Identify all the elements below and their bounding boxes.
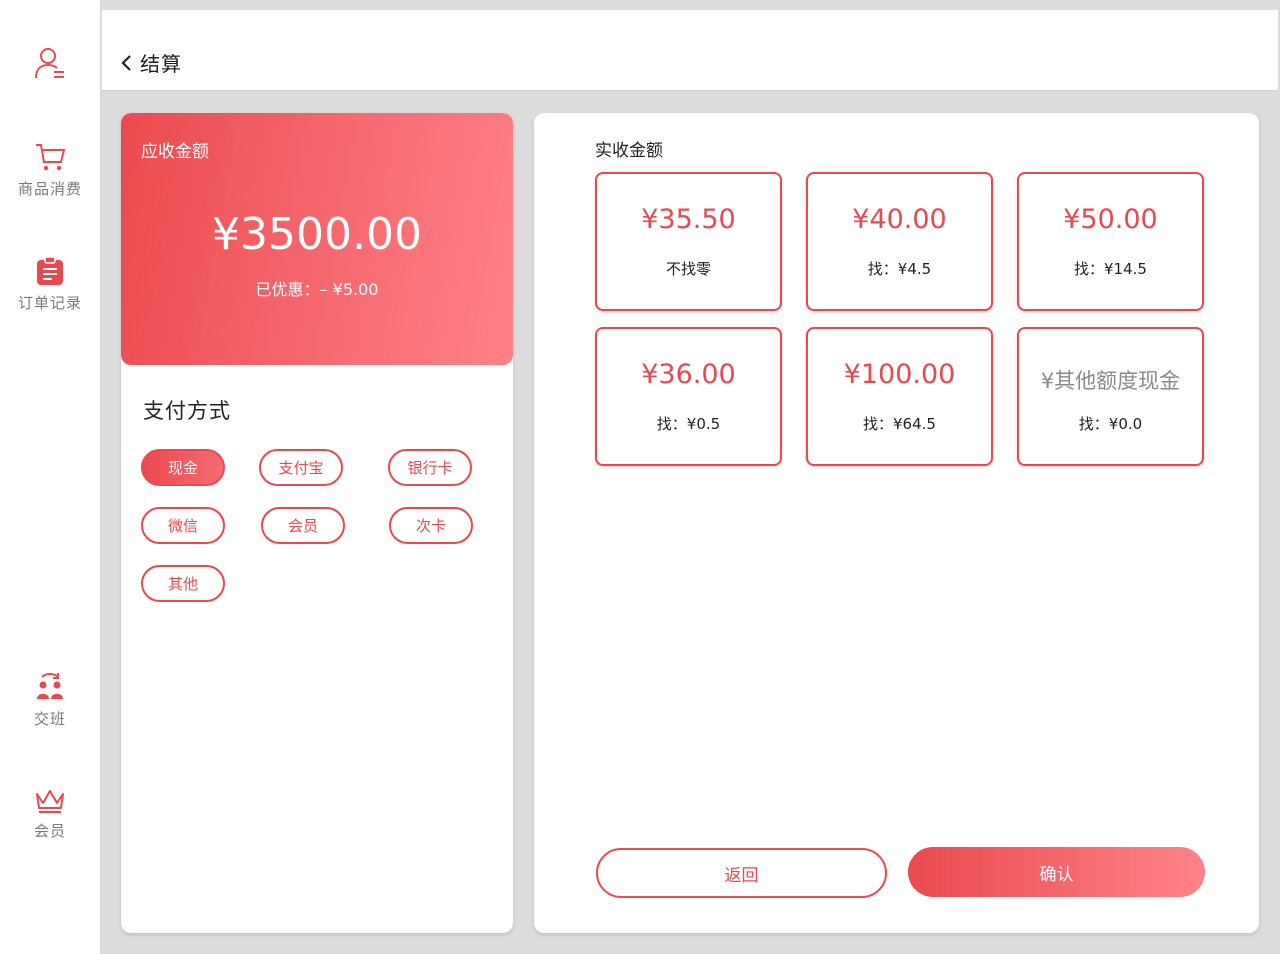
amount-option-value: ¥36.00 bbox=[641, 359, 736, 390]
pay-method-member[interactable]: 会员 bbox=[261, 507, 345, 544]
sidebar: 商品消费 订单记录 交班 会员 bbox=[0, 0, 101, 954]
chevron-left-icon bbox=[121, 54, 131, 71]
amount-option-change: 找：¥64.5 bbox=[863, 415, 936, 433]
user-icon bbox=[35, 48, 64, 79]
pay-method-other[interactable]: 其他 bbox=[141, 565, 225, 602]
back-button[interactable]: 结算 bbox=[120, 48, 182, 77]
confirm-button[interactable]: 确认 bbox=[908, 847, 1205, 897]
sidebar-item-goods[interactable]: 商品消费 bbox=[0, 142, 100, 199]
received-amount-title: 实收金额 bbox=[595, 141, 663, 161]
return-button[interactable]: 返回 bbox=[596, 848, 887, 898]
sidebar-item-user[interactable] bbox=[0, 46, 100, 80]
page-title: 结算 bbox=[140, 52, 182, 76]
amount-option-change: 找：¥14.5 bbox=[1074, 260, 1147, 278]
shift-handover-icon bbox=[37, 673, 63, 699]
amount-option-value: ¥100.00 bbox=[843, 359, 956, 390]
amount-due-card: 应收金额 ¥3500.00 已优惠：– ¥5.00 bbox=[121, 113, 513, 365]
sidebar-item-label: 商品消费 bbox=[17, 180, 82, 198]
discount-text: 已优惠：– ¥5.00 bbox=[255, 280, 379, 299]
amount-option-change: 找：¥4.5 bbox=[867, 260, 932, 278]
pay-method-bankcard[interactable]: 银行卡 bbox=[388, 449, 472, 486]
amount-option-other[interactable]: ¥其他额度现金 找：¥0.0 bbox=[1017, 327, 1204, 466]
crown-icon bbox=[36, 790, 64, 813]
amount-due-value: ¥3500.00 bbox=[212, 209, 422, 260]
amount-option-value: ¥50.00 bbox=[1063, 204, 1158, 235]
amount-option[interactable]: ¥36.00 找：¥0.5 bbox=[595, 327, 782, 466]
header: 结算 bbox=[102, 10, 1278, 91]
amount-option-value: ¥40.00 bbox=[852, 204, 947, 235]
received-amount-panel: 实收金额 ¥35.50 不找零 ¥40.00 找：¥4.5 ¥50.00 找：¥… bbox=[534, 113, 1259, 933]
clipboard-icon bbox=[37, 256, 63, 285]
pay-method-wechat[interactable]: 微信 bbox=[141, 507, 225, 544]
payment-method-title: 支付方式 bbox=[143, 399, 231, 423]
sidebar-item-label: 会员 bbox=[33, 822, 66, 840]
sidebar-item-label: 订单记录 bbox=[17, 294, 82, 312]
amount-option-change: 找：¥0.0 bbox=[1078, 415, 1143, 433]
cart-icon bbox=[36, 144, 66, 171]
pay-method-cash[interactable]: 现金 bbox=[141, 449, 225, 486]
sidebar-item-handover[interactable]: 交班 bbox=[0, 672, 100, 729]
amount-due-label: 应收金额 bbox=[141, 142, 209, 162]
amount-option-value: ¥35.50 bbox=[641, 204, 736, 235]
amount-option[interactable]: ¥35.50 不找零 bbox=[595, 172, 782, 311]
sidebar-item-member[interactable]: 会员 bbox=[0, 788, 100, 841]
amount-option[interactable]: ¥100.00 找：¥64.5 bbox=[806, 327, 993, 466]
amount-option[interactable]: ¥50.00 找：¥14.5 bbox=[1017, 172, 1204, 311]
amount-option-change: 不找零 bbox=[665, 260, 711, 278]
sidebar-item-orders[interactable]: 订单记录 bbox=[0, 256, 100, 313]
order-summary-panel: 应收金额 ¥3500.00 已优惠：– ¥5.00 支付方式 现金 支付宝 银行… bbox=[121, 113, 513, 933]
amount-option[interactable]: ¥40.00 找：¥4.5 bbox=[806, 172, 993, 311]
amount-option-change: 找：¥0.5 bbox=[656, 415, 721, 433]
sidebar-item-label: 交班 bbox=[33, 710, 66, 728]
amount-option-value: ¥其他额度现金 bbox=[1040, 369, 1181, 393]
pay-method-punchcard[interactable]: 次卡 bbox=[389, 507, 473, 544]
pay-method-alipay[interactable]: 支付宝 bbox=[259, 449, 343, 486]
